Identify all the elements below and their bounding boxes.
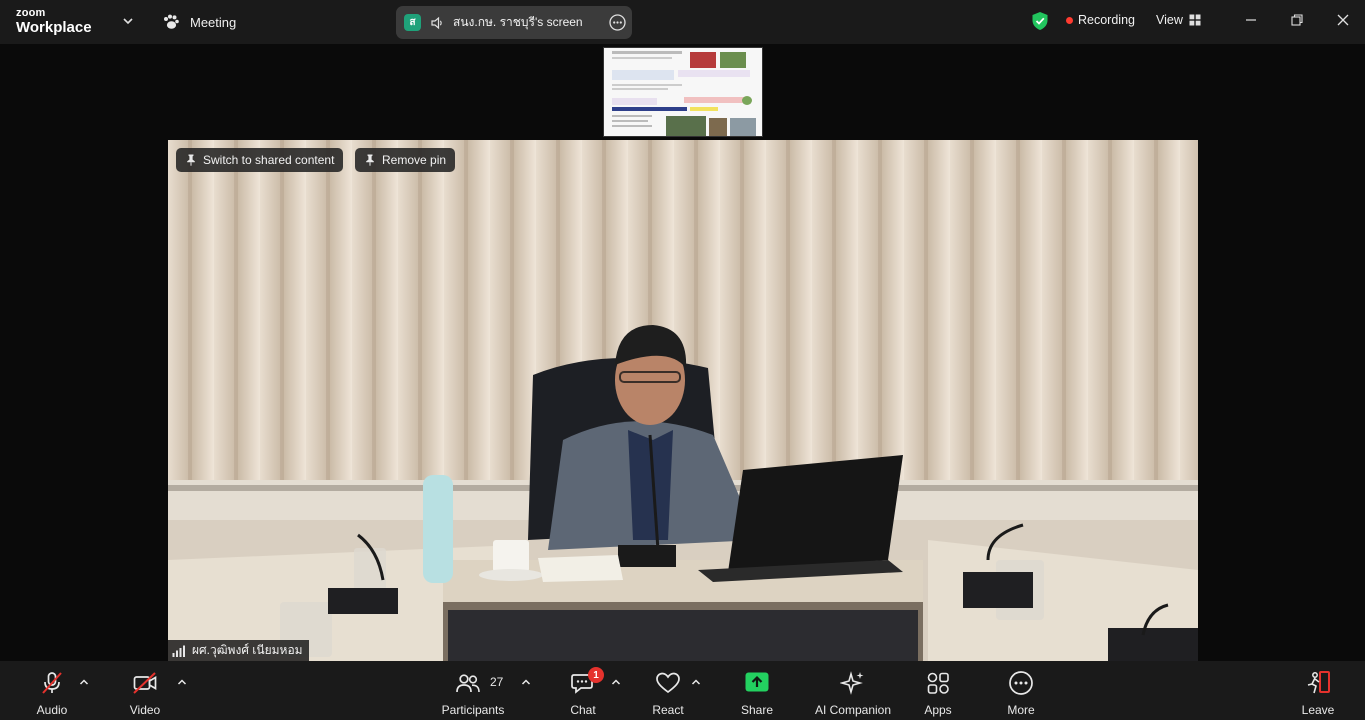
switch-to-shared-content-button[interactable]: Switch to shared content [176,148,344,172]
security-shield-icon[interactable] [1031,11,1049,31]
more-options-icon[interactable] [609,14,626,31]
close-icon[interactable] [1336,13,1350,27]
leave-label: Leave [1301,703,1335,717]
share-screen-icon [745,672,769,692]
more-button[interactable]: More [1002,661,1040,720]
grid-view-icon [1189,14,1201,26]
speaker-icon[interactable] [430,16,444,30]
meeting-toolbar: Audio Video Participants 1 Chat React Sh… [0,661,1365,720]
title-bar: zoom Workplace Meeting ส สนง.กษ. ราชบุรี… [0,0,1365,44]
participants-button[interactable]: Participants [440,661,506,720]
leave-button[interactable]: Leave [1299,661,1337,720]
chat-unread-badge: 1 [588,667,604,683]
participants-options-caret-icon[interactable] [521,678,531,686]
react-button[interactable]: React [649,661,687,720]
video-options-caret-icon[interactable] [177,678,187,686]
remove-pin-button[interactable]: Remove pin [355,148,456,172]
remove-pin-label: Remove pin [382,153,447,167]
shared-screen-thumbnail[interactable] [603,47,763,137]
more-label: More [1007,703,1035,717]
zoom-logo: zoom Workplace [16,7,92,36]
sharing-label: สนง.กษ. ราชบุรี's screen [453,15,583,29]
share-label: Share [740,703,774,717]
participants-icon [456,674,480,693]
audio-options-caret-icon[interactable] [79,678,89,686]
chat-label: Chat [570,703,596,717]
sparkle-icon [840,671,864,695]
participants-count: 27 [490,675,504,689]
recording-dot-icon [1066,16,1073,24]
signal-strength-icon [172,645,185,657]
audio-label: Audio [36,703,68,717]
chat-options-caret-icon[interactable] [611,678,621,686]
share-screen-button[interactable]: Share [738,661,776,720]
video-off-icon [133,672,157,694]
heart-icon [656,672,680,694]
minimize-icon[interactable] [1244,13,1258,27]
muted-microphone-icon [42,672,62,694]
restore-icon[interactable] [1290,13,1304,27]
sharing-indicator[interactable]: ส สนง.กษ. ราชบุรี's screen [396,6,632,39]
view-label: View [1156,13,1183,27]
video-label: Video [129,703,161,717]
leave-icon [1307,671,1330,694]
active-speaker-video[interactable]: Switch to shared content Remove pin ผศ.ว… [168,140,1198,661]
ai-companion-button[interactable]: AI Companion [812,661,894,720]
apps-icon [927,672,949,694]
participant-name: ผศ.วุฒิพงศ์ เนียมหอม [192,643,303,657]
more-icon [1009,671,1033,695]
pin-icon [366,154,374,166]
participant-name-tag: ผศ.วุฒิพงศ์ เนียมหอม [168,640,309,661]
switch-label: Switch to shared content [203,153,335,167]
video-button[interactable]: Video [122,661,168,720]
meeting-label: Meeting [190,14,237,30]
chevron-down-icon[interactable] [121,14,135,28]
meeting-menu[interactable]: Meeting [162,12,236,32]
paw-icon [164,14,179,29]
recording-indicator[interactable]: Recording [1066,13,1135,27]
sharer-avatar: ส [404,14,421,31]
react-label: React [652,703,684,717]
apps-label: Apps [924,703,952,717]
logo-small-text: zoom [16,7,46,19]
shared-document-preview [604,48,762,136]
ai-companion-label: AI Companion [814,703,892,717]
view-button[interactable]: View [1156,13,1201,27]
pin-icon [187,154,195,166]
participants-label: Participants [441,703,505,717]
video-frame [168,140,1198,661]
react-options-caret-icon[interactable] [691,678,701,686]
apps-button[interactable]: Apps [920,661,956,720]
audio-button[interactable]: Audio [30,661,74,720]
chat-icon-wrap: 1 [570,667,604,696]
recording-label: Recording [1078,13,1135,27]
logo-big-text: Workplace [16,19,92,36]
chat-button[interactable]: 1 Chat [566,661,604,720]
